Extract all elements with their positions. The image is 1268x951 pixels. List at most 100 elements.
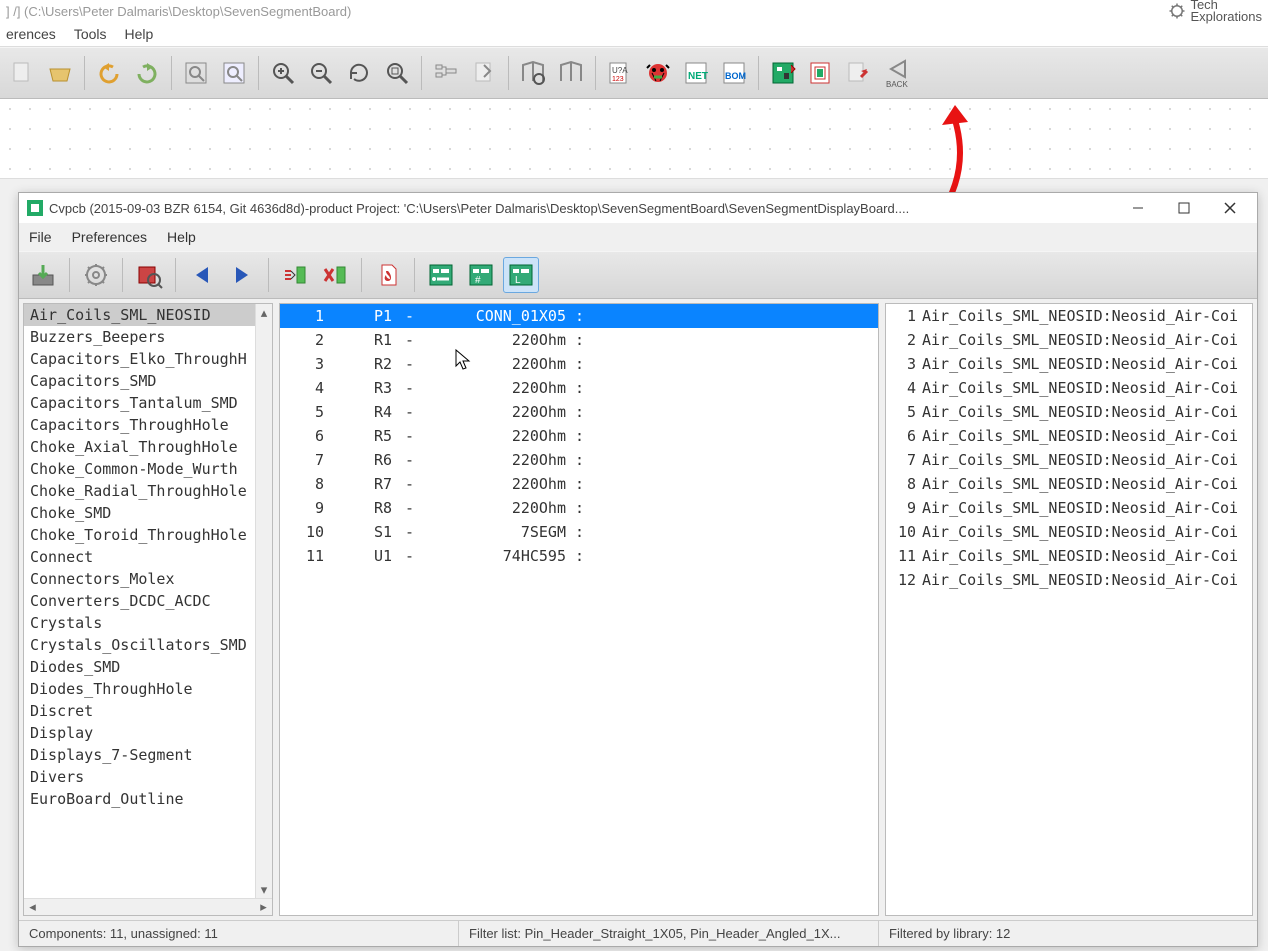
library-item[interactable]: Capacitors_SMD (24, 370, 255, 392)
menu-help[interactable]: Help (125, 26, 154, 42)
component-row[interactable]: 6R5 -220Ohm : (280, 424, 878, 448)
library-item[interactable]: EuroBoard_Outline (24, 788, 255, 810)
minimize-button[interactable] (1115, 193, 1161, 223)
library-item[interactable]: Capacitors_Elko_ThroughH (24, 348, 255, 370)
filter-library-icon[interactable]: L (503, 257, 539, 293)
library-item[interactable]: Air_Coils_SML_NEOSID (24, 304, 255, 326)
settings-icon[interactable] (78, 257, 114, 293)
filter-pincount-icon[interactable]: # (463, 257, 499, 293)
footprint-list[interactable]: 1Air_Coils_SML_NEOSID:Neosid_Air-Coi2Air… (886, 304, 1252, 915)
view-footprint-icon[interactable] (131, 257, 167, 293)
footprint-row[interactable]: 9Air_Coils_SML_NEOSID:Neosid_Air-Coi (886, 496, 1252, 520)
footprint-row[interactable]: 3Air_Coils_SML_NEOSID:Neosid_Air-Coi (886, 352, 1252, 376)
undo-icon[interactable] (91, 55, 127, 91)
menu-tools[interactable]: Tools (74, 26, 107, 42)
component-row[interactable]: 7R6 -220Ohm : (280, 448, 878, 472)
menu-help[interactable]: Help (167, 229, 196, 245)
library-item[interactable]: Divers (24, 766, 255, 788)
component-row[interactable]: 1P1 -CONN_01X05 : (280, 304, 878, 328)
footprint-row[interactable]: 10Air_Coils_SML_NEOSID:Neosid_Air-Coi (886, 520, 1252, 544)
zoom-redraw-icon[interactable] (341, 55, 377, 91)
library-item[interactable]: Diodes_ThroughHole (24, 678, 255, 700)
redo-icon[interactable] (129, 55, 165, 91)
next-unassigned-icon[interactable] (224, 257, 260, 293)
run-pcbnew-icon[interactable] (803, 55, 839, 91)
new-file-icon[interactable] (4, 55, 40, 91)
zoom-in-icon[interactable] (265, 55, 301, 91)
library-item[interactable]: Display (24, 722, 255, 744)
dialog-titlebar[interactable]: Cvpcb (2015-09-03 BZR 6154, Git 4636d8d)… (19, 193, 1257, 223)
import-footprint-icon[interactable] (841, 55, 877, 91)
zoom-out-icon[interactable] (303, 55, 339, 91)
library-item[interactable]: Connect (24, 546, 255, 568)
filter-keywords-icon[interactable] (423, 257, 459, 293)
library-item[interactable]: Crystals (24, 612, 255, 634)
erc-check-icon[interactable] (640, 55, 676, 91)
footprint-row[interactable]: 7Air_Coils_SML_NEOSID:Neosid_Air-Coi (886, 448, 1252, 472)
footprint-row[interactable]: 8Air_Coils_SML_NEOSID:Neosid_Air-Coi (886, 472, 1252, 496)
component-row[interactable]: 4R3 -220Ohm : (280, 376, 878, 400)
menu-preferences[interactable]: Preferences (72, 229, 147, 245)
save-icon[interactable] (25, 257, 61, 293)
footprint-row[interactable]: 2Air_Coils_SML_NEOSID:Neosid_Air-Coi (886, 328, 1252, 352)
docs-icon[interactable] (370, 257, 406, 293)
schematic-canvas[interactable] (0, 99, 1268, 179)
auto-associate-icon[interactable] (277, 257, 313, 293)
library-item[interactable]: Choke_SMD (24, 502, 255, 524)
back-icon[interactable]: BACK (879, 55, 915, 91)
component-row[interactable]: 3R2 -220Ohm : (280, 352, 878, 376)
library-item[interactable]: Crystals_Oscillators_SMD (24, 634, 255, 656)
footprint-row[interactable]: 5Air_Coils_SML_NEOSID:Neosid_Air-Coi (886, 400, 1252, 424)
library-item[interactable]: Displays_7-Segment (24, 744, 255, 766)
component-row[interactable]: 5R4 -220Ohm : (280, 400, 878, 424)
leave-sheet-icon[interactable] (466, 55, 502, 91)
footprint-row[interactable]: 4Air_Coils_SML_NEOSID:Neosid_Air-Coi (886, 376, 1252, 400)
zoom-fit-icon[interactable] (379, 55, 415, 91)
library-list[interactable]: Air_Coils_SML_NEOSIDBuzzers_BeepersCapac… (24, 304, 255, 898)
close-button[interactable] (1207, 193, 1253, 223)
annotate-icon[interactable]: U?A123 (602, 55, 638, 91)
component-row[interactable]: 8R7 -220Ohm : (280, 472, 878, 496)
component-list[interactable]: 1P1 -CONN_01X05 :2R1 -220Ohm :3R2 -220Oh… (280, 304, 878, 915)
zoom-sheet-icon[interactable] (216, 55, 252, 91)
footprint-row[interactable]: 1Air_Coils_SML_NEOSID:Neosid_Air-Coi (886, 304, 1252, 328)
library-item[interactable]: Choke_Radial_ThroughHole (24, 480, 255, 502)
library-item[interactable]: Diodes_SMD (24, 656, 255, 678)
library-item[interactable]: Capacitors_Tantalum_SMD (24, 392, 255, 414)
component-row[interactable]: 2R1 -220Ohm : (280, 328, 878, 352)
hierarchy-icon[interactable] (428, 55, 464, 91)
bom-icon[interactable]: BOM (716, 55, 752, 91)
scroll-right-icon[interactable]: ▸ (255, 899, 272, 916)
netlist-icon[interactable]: NET (678, 55, 714, 91)
scroll-left-icon[interactable]: ◂ (24, 899, 41, 916)
library-item[interactable]: Capacitors_ThroughHole (24, 414, 255, 436)
component-row[interactable]: 10S1 -7SEGM : (280, 520, 878, 544)
scroll-down-icon[interactable]: ▾ (256, 881, 273, 898)
menu-preferences[interactable]: erences (6, 26, 56, 42)
horizontal-scrollbar[interactable]: ◂ ▸ (24, 898, 272, 915)
library-item[interactable]: Buzzers_Beepers (24, 326, 255, 348)
run-cvpcb-icon[interactable] (765, 55, 801, 91)
open-file-icon[interactable] (42, 55, 78, 91)
zoom-page-icon[interactable] (178, 55, 214, 91)
library-item[interactable]: Choke_Common-Mode_Wurth (24, 458, 255, 480)
prev-unassigned-icon[interactable] (184, 257, 220, 293)
menu-file[interactable]: File (29, 229, 52, 245)
library-browse-icon[interactable] (515, 55, 551, 91)
library-editor-icon[interactable] (553, 55, 589, 91)
footprint-row[interactable]: 11Air_Coils_SML_NEOSID:Neosid_Air-Coi (886, 544, 1252, 568)
library-item[interactable]: Choke_Toroid_ThroughHole (24, 524, 255, 546)
component-row[interactable]: 11U1 -74HC595 : (280, 544, 878, 568)
footprint-row[interactable]: 6Air_Coils_SML_NEOSID:Neosid_Air-Coi (886, 424, 1252, 448)
component-row[interactable]: 9R8 -220Ohm : (280, 496, 878, 520)
library-item[interactable]: Choke_Axial_ThroughHole (24, 436, 255, 458)
scroll-up-icon[interactable]: ▴ (256, 304, 273, 321)
footprint-row[interactable]: 12Air_Coils_SML_NEOSID:Neosid_Air-Coi (886, 568, 1252, 592)
library-item[interactable]: Connectors_Molex (24, 568, 255, 590)
vertical-scrollbar[interactable]: ▴ ▾ (255, 304, 272, 898)
status-components: Components: 11, unassigned: 11 (19, 921, 459, 946)
library-item[interactable]: Discret (24, 700, 255, 722)
maximize-button[interactable] (1161, 193, 1207, 223)
delete-associations-icon[interactable] (317, 257, 353, 293)
library-item[interactable]: Converters_DCDC_ACDC (24, 590, 255, 612)
